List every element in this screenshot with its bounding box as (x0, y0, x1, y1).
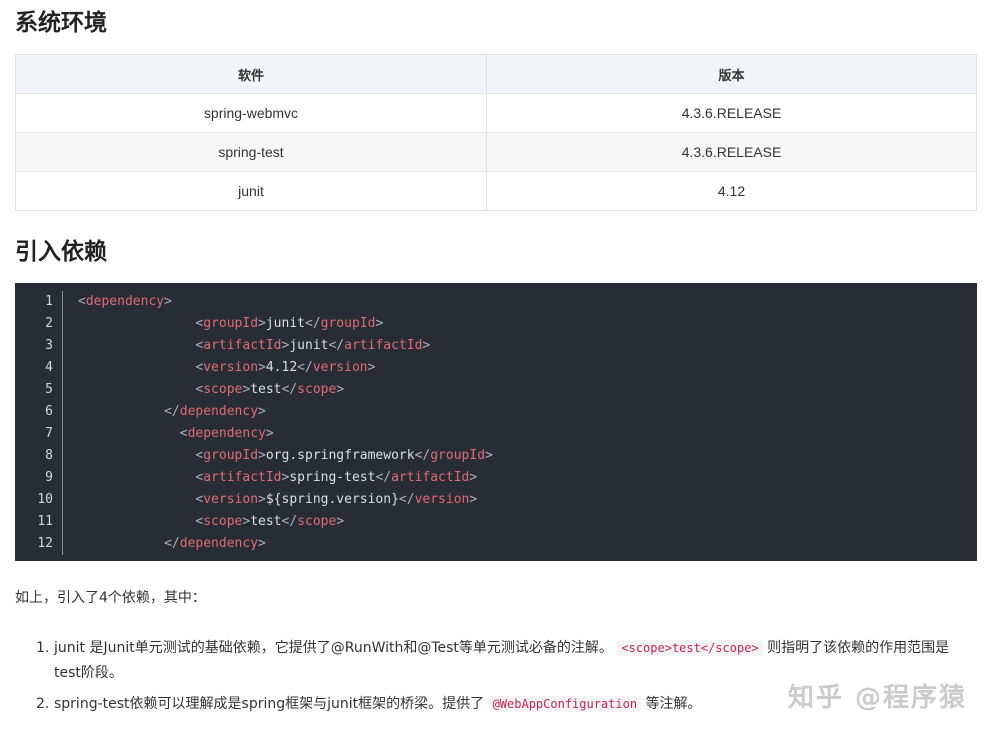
code-line: </dependency> (164, 536, 266, 551)
line-number: 4 (45, 360, 53, 375)
table-cell-software: spring-test (15, 132, 487, 172)
code-block[interactable]: 1 2 3 4 5 6 7 8 9 10 11 12 <dependency> <groupId>ju… (15, 283, 977, 561)
code-line: <scope>test</scope> (195, 514, 345, 529)
line-number-gutter: 1 2 3 4 5 6 7 8 9 10 11 12 (15, 291, 63, 555)
list-item-text: spring-test依赖可以理解成是spring框架与junit框架的桥梁。提… (54, 696, 485, 712)
line-number: 5 (45, 382, 53, 397)
section-title-deps: 引入依赖 (15, 239, 107, 265)
line-number: 1 (45, 294, 53, 309)
list-item-text: 等注解。 (645, 696, 702, 712)
inline-code: <scope>test</scope> (617, 640, 763, 656)
intro-text: 如上，引入了4个依赖，其中： (15, 590, 206, 606)
line-number: 2 (45, 316, 53, 331)
code-line: <version>${spring.version}</version> (195, 492, 478, 507)
code-line: <artifactId>junit</artifactId> (195, 338, 431, 353)
table-row: junit 4.12 (15, 171, 977, 211)
code-line: <groupId>junit</groupId> (195, 316, 384, 331)
table-row: spring-webmvc 4.3.6.RELEASE (15, 93, 977, 133)
article-page: 系统环境 软件 版本 spring-webmvc 4.3.6.RELEASE s… (0, 0, 991, 738)
line-number: 8 (45, 448, 53, 463)
table-header-row: 软件 版本 (15, 54, 977, 94)
line-number: 6 (45, 404, 53, 419)
list-item-text: junit 是Junit单元测试的基础依赖，它提供了@RunWith和@Test… (54, 640, 613, 656)
code-line: <groupId>org.springframework</groupId> (195, 448, 493, 463)
env-table: 软件 版本 spring-webmvc 4.3.6.RELEASE spring… (15, 54, 977, 211)
code-line: <artifactId>spring-test</artifactId> (195, 470, 478, 485)
line-number: 9 (45, 470, 53, 485)
section-title-env: 系统环境 (15, 10, 107, 36)
line-number: 12 (37, 536, 53, 551)
table-cell-software: spring-webmvc (15, 93, 487, 133)
table-header-version: 版本 (486, 54, 977, 94)
line-number: 10 (37, 492, 53, 507)
line-number: 3 (45, 338, 53, 353)
table-row: spring-test 4.3.6.RELEASE (15, 132, 977, 172)
table-cell-version: 4.12 (486, 171, 977, 211)
table-cell-version: 4.3.6.RELEASE (486, 132, 977, 172)
table-cell-software: junit (15, 171, 487, 211)
list-item-number: 2. (36, 696, 50, 712)
table-header-software: 软件 (15, 54, 487, 94)
line-number: 7 (45, 426, 53, 441)
watermark-logo: 知乎 @程序猿 (787, 683, 967, 713)
code-line: </dependency> (164, 404, 266, 419)
inline-code: @WebAppConfiguration (488, 696, 642, 712)
code-line: <dependency> (179, 426, 274, 441)
code-lines: <dependency> <groupId>junit</groupId> <a… (78, 291, 977, 555)
code-line: <dependency> (78, 294, 172, 309)
table-cell-version: 4.3.6.RELEASE (486, 93, 977, 133)
code-line: <version>4.12</version> (195, 360, 376, 375)
list-item-number: 1. (36, 640, 50, 656)
code-line: <scope>test</scope> (195, 382, 345, 397)
line-number: 11 (37, 514, 53, 529)
